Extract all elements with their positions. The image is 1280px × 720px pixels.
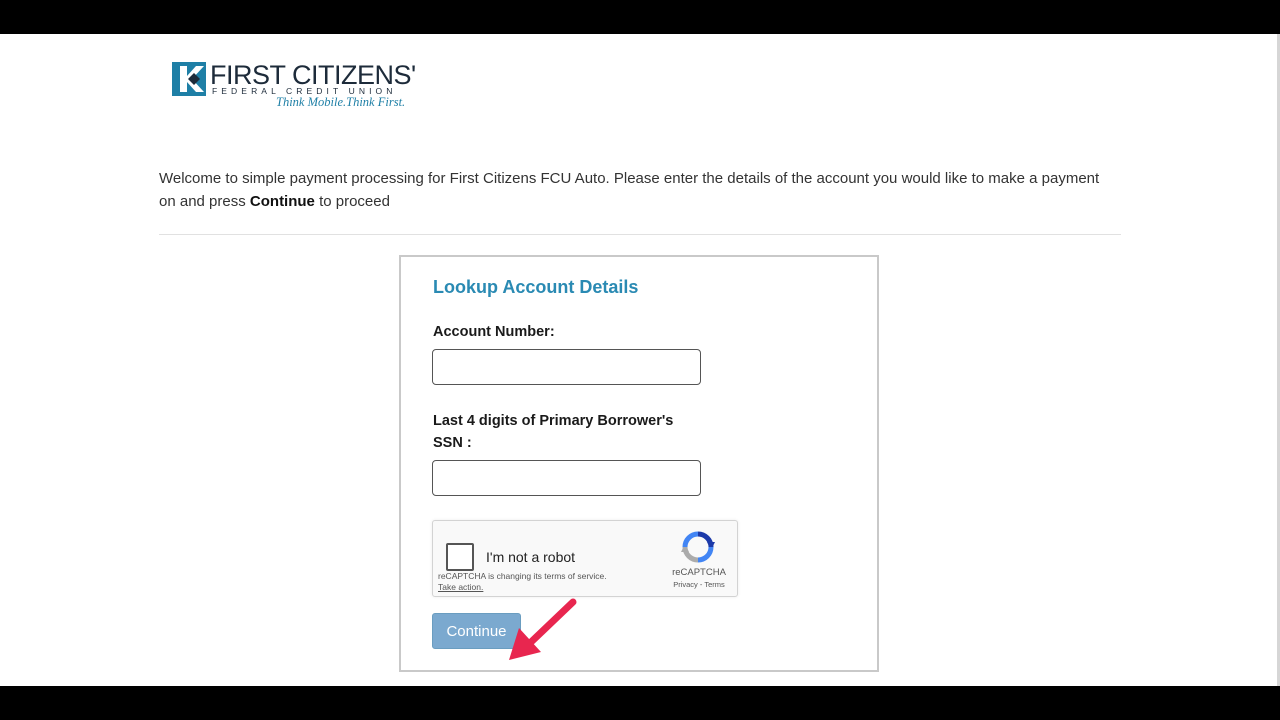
lookup-account-card: Lookup Account Details Account Number: L… (399, 255, 879, 672)
recaptcha-brand: reCAPTCHA (672, 567, 726, 578)
intro-bold-continue: Continue (249, 193, 315, 210)
payment-page: FIRST CITIZENS' FEDERAL CREDIT UNION Thi… (0, 34, 1280, 686)
recaptcha-take-action-link[interactable]: Take action. (438, 582, 483, 592)
recaptcha-logo-icon (681, 531, 715, 563)
recaptcha-widget: I'm not a robot reCAPTCHA is changing it… (432, 520, 738, 597)
recaptcha-checkbox[interactable] (446, 543, 474, 571)
intro-text: Welcome to simple payment processing for… (159, 167, 1119, 213)
annotation-arrow-icon (509, 598, 577, 660)
divider (159, 234, 1121, 235)
intro-text-after: to proceed (314, 193, 390, 210)
recaptcha-checkbox-label: I'm not a robot (486, 549, 576, 565)
logo-mark-icon (172, 62, 206, 96)
first-citizens-logo: FIRST CITIZENS' FEDERAL CREDIT UNION Thi… (172, 60, 416, 111)
letterbox-bottom (0, 686, 1280, 720)
ssn-last4-input[interactable] (432, 460, 701, 496)
account-number-label: Account Number: (433, 324, 555, 340)
account-number-input[interactable] (432, 349, 701, 385)
recaptcha-privacy-terms-links[interactable]: Privacy - Terms (665, 580, 733, 589)
recaptcha-notice: reCAPTCHA is changing its terms of servi… (438, 571, 607, 581)
card-title: Lookup Account Details (433, 277, 639, 297)
letterbox-top (0, 0, 1280, 34)
logo-tagline: Think Mobile.Think First. (276, 95, 406, 109)
ssn-label: Last 4 digits of Primary Borrower's SSN … (433, 413, 674, 451)
